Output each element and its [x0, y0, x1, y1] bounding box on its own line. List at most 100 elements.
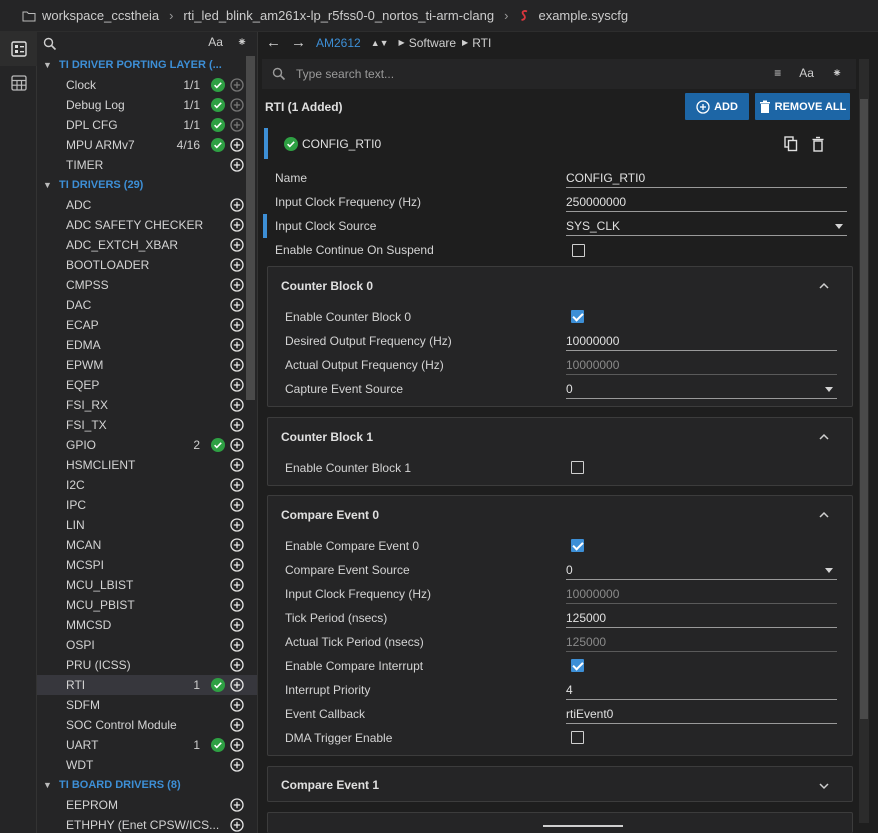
tree-item-adc-extch-xbar[interactable]: ADC_EXTCH_XBAR [37, 235, 257, 255]
add-circle-icon[interactable] [230, 298, 244, 312]
dma-trigger-checkbox[interactable] [571, 731, 584, 744]
tree-item-edma[interactable]: EDMA [37, 335, 257, 355]
add-circle-icon[interactable] [230, 358, 244, 372]
tree-item-adc-safety-checker[interactable]: ADC SAFETY CHECKER [37, 215, 257, 235]
add-circle-icon[interactable] [230, 738, 244, 752]
tree-item-wdt[interactable]: WDT [37, 755, 257, 775]
add-circle-icon[interactable] [230, 398, 244, 412]
tree-item-cmpss[interactable]: CMPSS [37, 275, 257, 295]
enable-compare-interrupt-checkbox[interactable] [571, 659, 584, 672]
tree-item-epwm[interactable]: EPWM [37, 355, 257, 375]
instance-header[interactable]: CONFIG_RTI0 [264, 128, 854, 159]
tree-item-mpu-armv7[interactable]: MPU ARMv7 4/16 [37, 135, 257, 155]
add-circle-icon[interactable] [230, 598, 244, 612]
tree-item-hsmclient[interactable]: HSMCLIENT [37, 455, 257, 475]
tree-item-gpio[interactable]: GPIO 2 [37, 435, 257, 455]
caret-down-icon[interactable]: ▼ [43, 60, 55, 70]
interrupt-priority-input[interactable]: 4 [566, 680, 837, 700]
add-circle-icon[interactable] [230, 118, 244, 132]
compare-event-1-header[interactable]: Compare Event 1 [268, 767, 852, 803]
tree-category-1[interactable]: ▼ TI DRIVERS (29) [37, 175, 257, 195]
add-circle-icon[interactable] [230, 538, 244, 552]
enable-counter-block-1-checkbox[interactable] [571, 461, 584, 474]
software-view-button[interactable] [0, 32, 37, 66]
add-circle-icon[interactable] [230, 438, 244, 452]
tree-item-mcu-pbist[interactable]: MCU_PBIST [37, 595, 257, 615]
add-circle-icon[interactable] [230, 618, 244, 632]
add-button[interactable]: ADD [685, 93, 749, 120]
tree-item-ipc[interactable]: IPC [37, 495, 257, 515]
config-scrollbar-thumb[interactable] [860, 99, 868, 719]
add-circle-icon[interactable] [230, 198, 244, 212]
add-circle-icon[interactable] [230, 818, 244, 832]
tree-item-pru-icss[interactable]: PRU (ICSS) [37, 655, 257, 675]
add-circle-icon[interactable] [230, 238, 244, 252]
tree-category-2[interactable]: ▼ TI BOARD DRIVERS (8) [37, 775, 257, 795]
show-added-icon[interactable]: ⁕ [237, 35, 247, 49]
hardware-view-button[interactable] [0, 66, 37, 100]
enable-compare-event-0-checkbox[interactable] [571, 539, 584, 552]
add-circle-icon[interactable] [230, 318, 244, 332]
add-circle-icon[interactable] [230, 378, 244, 392]
add-circle-icon[interactable] [230, 718, 244, 732]
add-circle-icon[interactable] [230, 798, 244, 812]
tree-item-adc[interactable]: ADC [37, 195, 257, 215]
tree-item-ethphy-enet-cpsw-ics[interactable]: ETHPHY (Enet CPSW/ICS... [37, 815, 257, 833]
chevron-up-icon[interactable] [818, 509, 830, 521]
match-case-icon[interactable]: Aa [208, 35, 223, 49]
add-circle-icon[interactable] [230, 458, 244, 472]
add-circle-icon[interactable] [230, 578, 244, 592]
tree-item-fsi-rx[interactable]: FSI_RX [37, 395, 257, 415]
caret-down-icon[interactable]: ▼ [43, 780, 55, 790]
tree-item-rti[interactable]: RTI 1 [37, 675, 257, 695]
add-circle-icon[interactable] [230, 518, 244, 532]
tree-item-uart[interactable]: UART 1 [37, 735, 257, 755]
add-circle-icon[interactable] [230, 678, 244, 692]
add-circle-icon[interactable] [230, 498, 244, 512]
config-scrollbar[interactable] [859, 59, 869, 823]
copy-icon[interactable] [784, 135, 798, 152]
forward-arrow-icon[interactable]: → [291, 34, 306, 51]
chevron-down-icon[interactable] [818, 780, 830, 792]
counter-block-0-header[interactable]: Counter Block 0 [268, 267, 852, 305]
tree-item-mcspi[interactable]: MCSPI [37, 555, 257, 575]
breadcrumb-workspace[interactable]: workspace_ccstheia [42, 8, 159, 23]
tree-item-clock[interactable]: Clock 1/1 [37, 75, 257, 95]
match-case-icon[interactable]: Aa [799, 66, 814, 80]
add-circle-icon[interactable] [230, 218, 244, 232]
tree-item-eqep[interactable]: EQEP [37, 375, 257, 395]
tree-item-timer[interactable]: TIMER [37, 155, 257, 175]
add-circle-icon[interactable] [230, 258, 244, 272]
event-callback-input[interactable]: rtiEvent0 [566, 704, 837, 724]
remove-all-button[interactable]: REMOVE ALL [755, 93, 850, 120]
desired-output-frequency-input[interactable]: 10000000 [566, 331, 837, 351]
chevron-up-icon[interactable] [818, 280, 830, 292]
breadcrumb-project[interactable]: rti_led_blink_am261x-lp_r5fss0-0_nortos_… [183, 8, 494, 23]
tree-item-debug-log[interactable]: Debug Log 1/1 [37, 95, 257, 115]
add-circle-icon[interactable] [230, 158, 244, 172]
tree-item-ospi[interactable]: OSPI [37, 635, 257, 655]
tree-item-dpl-cfg[interactable]: DPL CFG 1/1 [37, 115, 257, 135]
search-icon[interactable] [43, 37, 57, 51]
enable-counter-block-0-checkbox[interactable] [571, 310, 584, 323]
add-circle-icon[interactable] [230, 658, 244, 672]
add-circle-icon[interactable] [230, 338, 244, 352]
device-selector-arrows-icon[interactable]: ▲▼ [371, 38, 389, 48]
tree-item-fsi-tx[interactable]: FSI_TX [37, 415, 257, 435]
tree-item-mcan[interactable]: MCAN [37, 535, 257, 555]
tick-period-input[interactable]: 125000 [566, 608, 837, 628]
filter-lines-icon[interactable]: ≡ [774, 66, 781, 80]
device-selector[interactable]: AM2612 [316, 36, 361, 50]
capture-event-source-select[interactable]: 0 [566, 379, 837, 399]
tree-item-mmcsd[interactable]: MMCSD [37, 615, 257, 635]
tree-item-i2c[interactable]: I2C [37, 475, 257, 495]
continue-on-suspend-checkbox[interactable] [572, 243, 585, 257]
add-circle-icon[interactable] [230, 558, 244, 572]
add-circle-icon[interactable] [230, 278, 244, 292]
name-input[interactable]: CONFIG_RTI0 [566, 168, 847, 188]
tree-item-bootloader[interactable]: BOOTLOADER [37, 255, 257, 275]
add-circle-icon[interactable] [230, 478, 244, 492]
compare-event-0-header[interactable]: Compare Event 0 [268, 496, 852, 534]
back-arrow-icon[interactable]: ← [266, 34, 281, 51]
nav-path-rti[interactable]: RTI [472, 36, 491, 50]
